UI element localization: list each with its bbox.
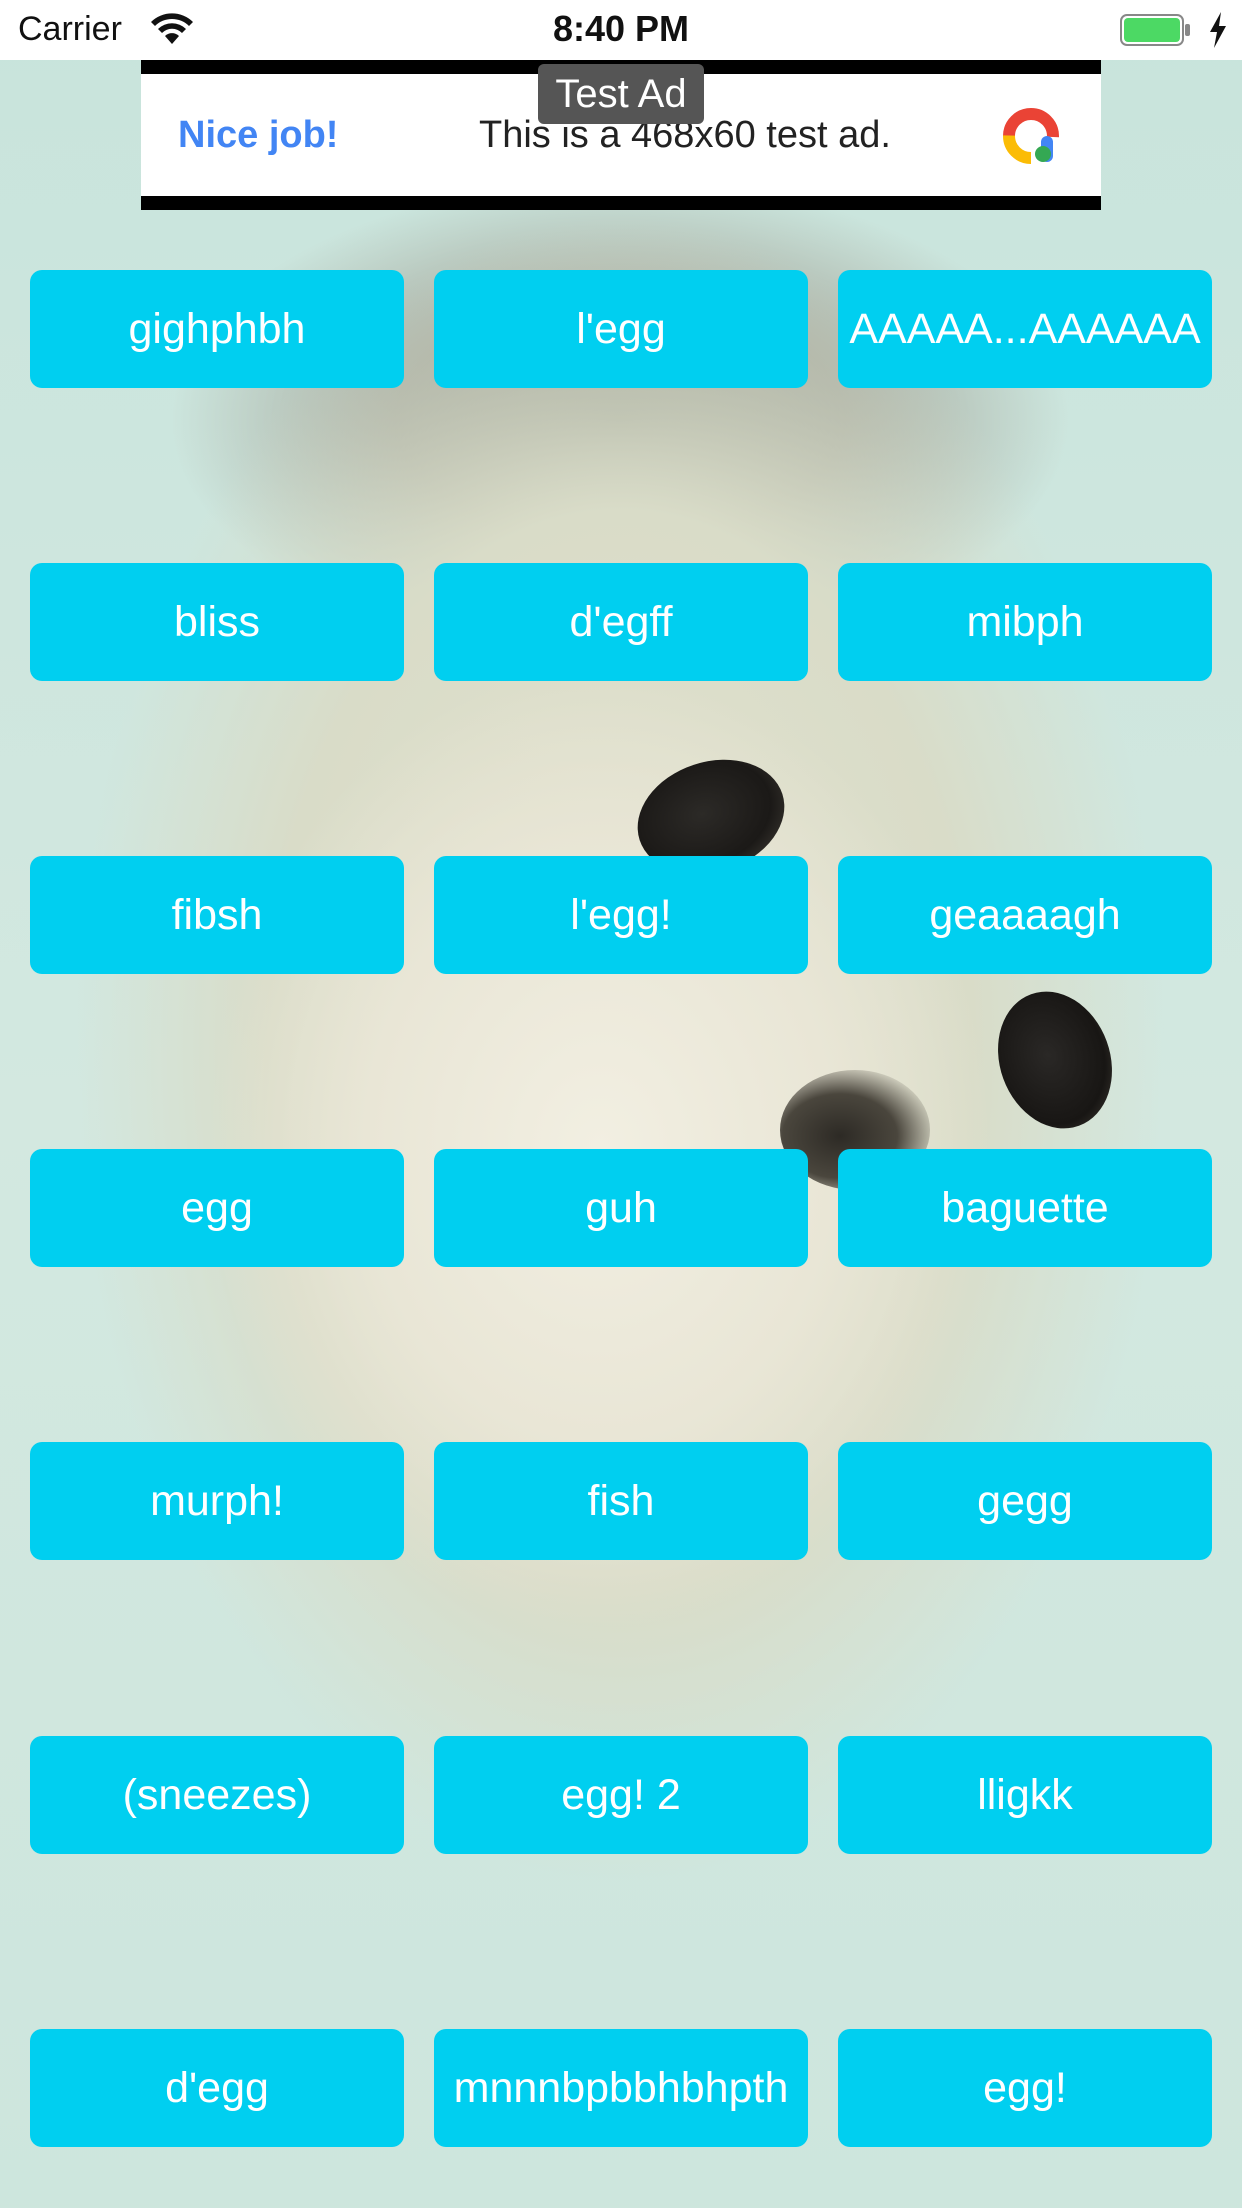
sound-button-guh[interactable]: guh (434, 1149, 808, 1267)
battery-icon (1120, 14, 1190, 46)
sound-button-geaaaagh[interactable]: geaaaagh (838, 856, 1212, 974)
clock-time: 8:40 PM (552, 8, 690, 49)
sound-button-degff[interactable]: d'egff (434, 563, 808, 681)
sound-button-gighphbh[interactable]: gighphbh (30, 270, 404, 388)
sound-button-egg-exclaim[interactable]: egg! (838, 2029, 1212, 2147)
sound-button-murph[interactable]: murph! (30, 1442, 404, 1560)
sound-button-sneezes[interactable]: (sneezes) (30, 1736, 404, 1854)
sound-button-mnnnbpbbhbhpth[interactable]: mnnnbpbbhbhpth (434, 2029, 808, 2147)
sound-button-legg[interactable]: l'egg (434, 270, 808, 388)
sound-button-gegg[interactable]: gegg (838, 1442, 1212, 1560)
sound-button-aaaaa[interactable]: AAAAA...AAAAAA (838, 270, 1212, 388)
sound-button-legg-exclaim[interactable]: l'egg! (434, 856, 808, 974)
sound-button-fibsh[interactable]: fibsh (30, 856, 404, 974)
sound-button-egg[interactable]: egg (30, 1149, 404, 1267)
charging-icon (1210, 12, 1226, 48)
ad-headline[interactable]: Nice job! (178, 74, 338, 196)
sound-button-lligkk[interactable]: lligkk (838, 1736, 1212, 1854)
status-bar: Carrier 8:40 PM (0, 0, 1242, 60)
sound-button-mibph[interactable]: mibph (838, 563, 1212, 681)
sound-button-egg-2[interactable]: egg! 2 (434, 1736, 808, 1854)
google-ad-logo-icon[interactable] (999, 104, 1063, 168)
sound-button-degg[interactable]: d'egg (30, 2029, 404, 2147)
sound-button-bliss[interactable]: bliss (30, 563, 404, 681)
test-ad-badge: Test Ad (538, 64, 704, 124)
sound-button-baguette[interactable]: baguette (838, 1149, 1212, 1267)
app-screen: Carrier 8:40 PM Nice job! This is a 468x… (0, 0, 1242, 2208)
sound-button-fish[interactable]: fish (434, 1442, 808, 1560)
